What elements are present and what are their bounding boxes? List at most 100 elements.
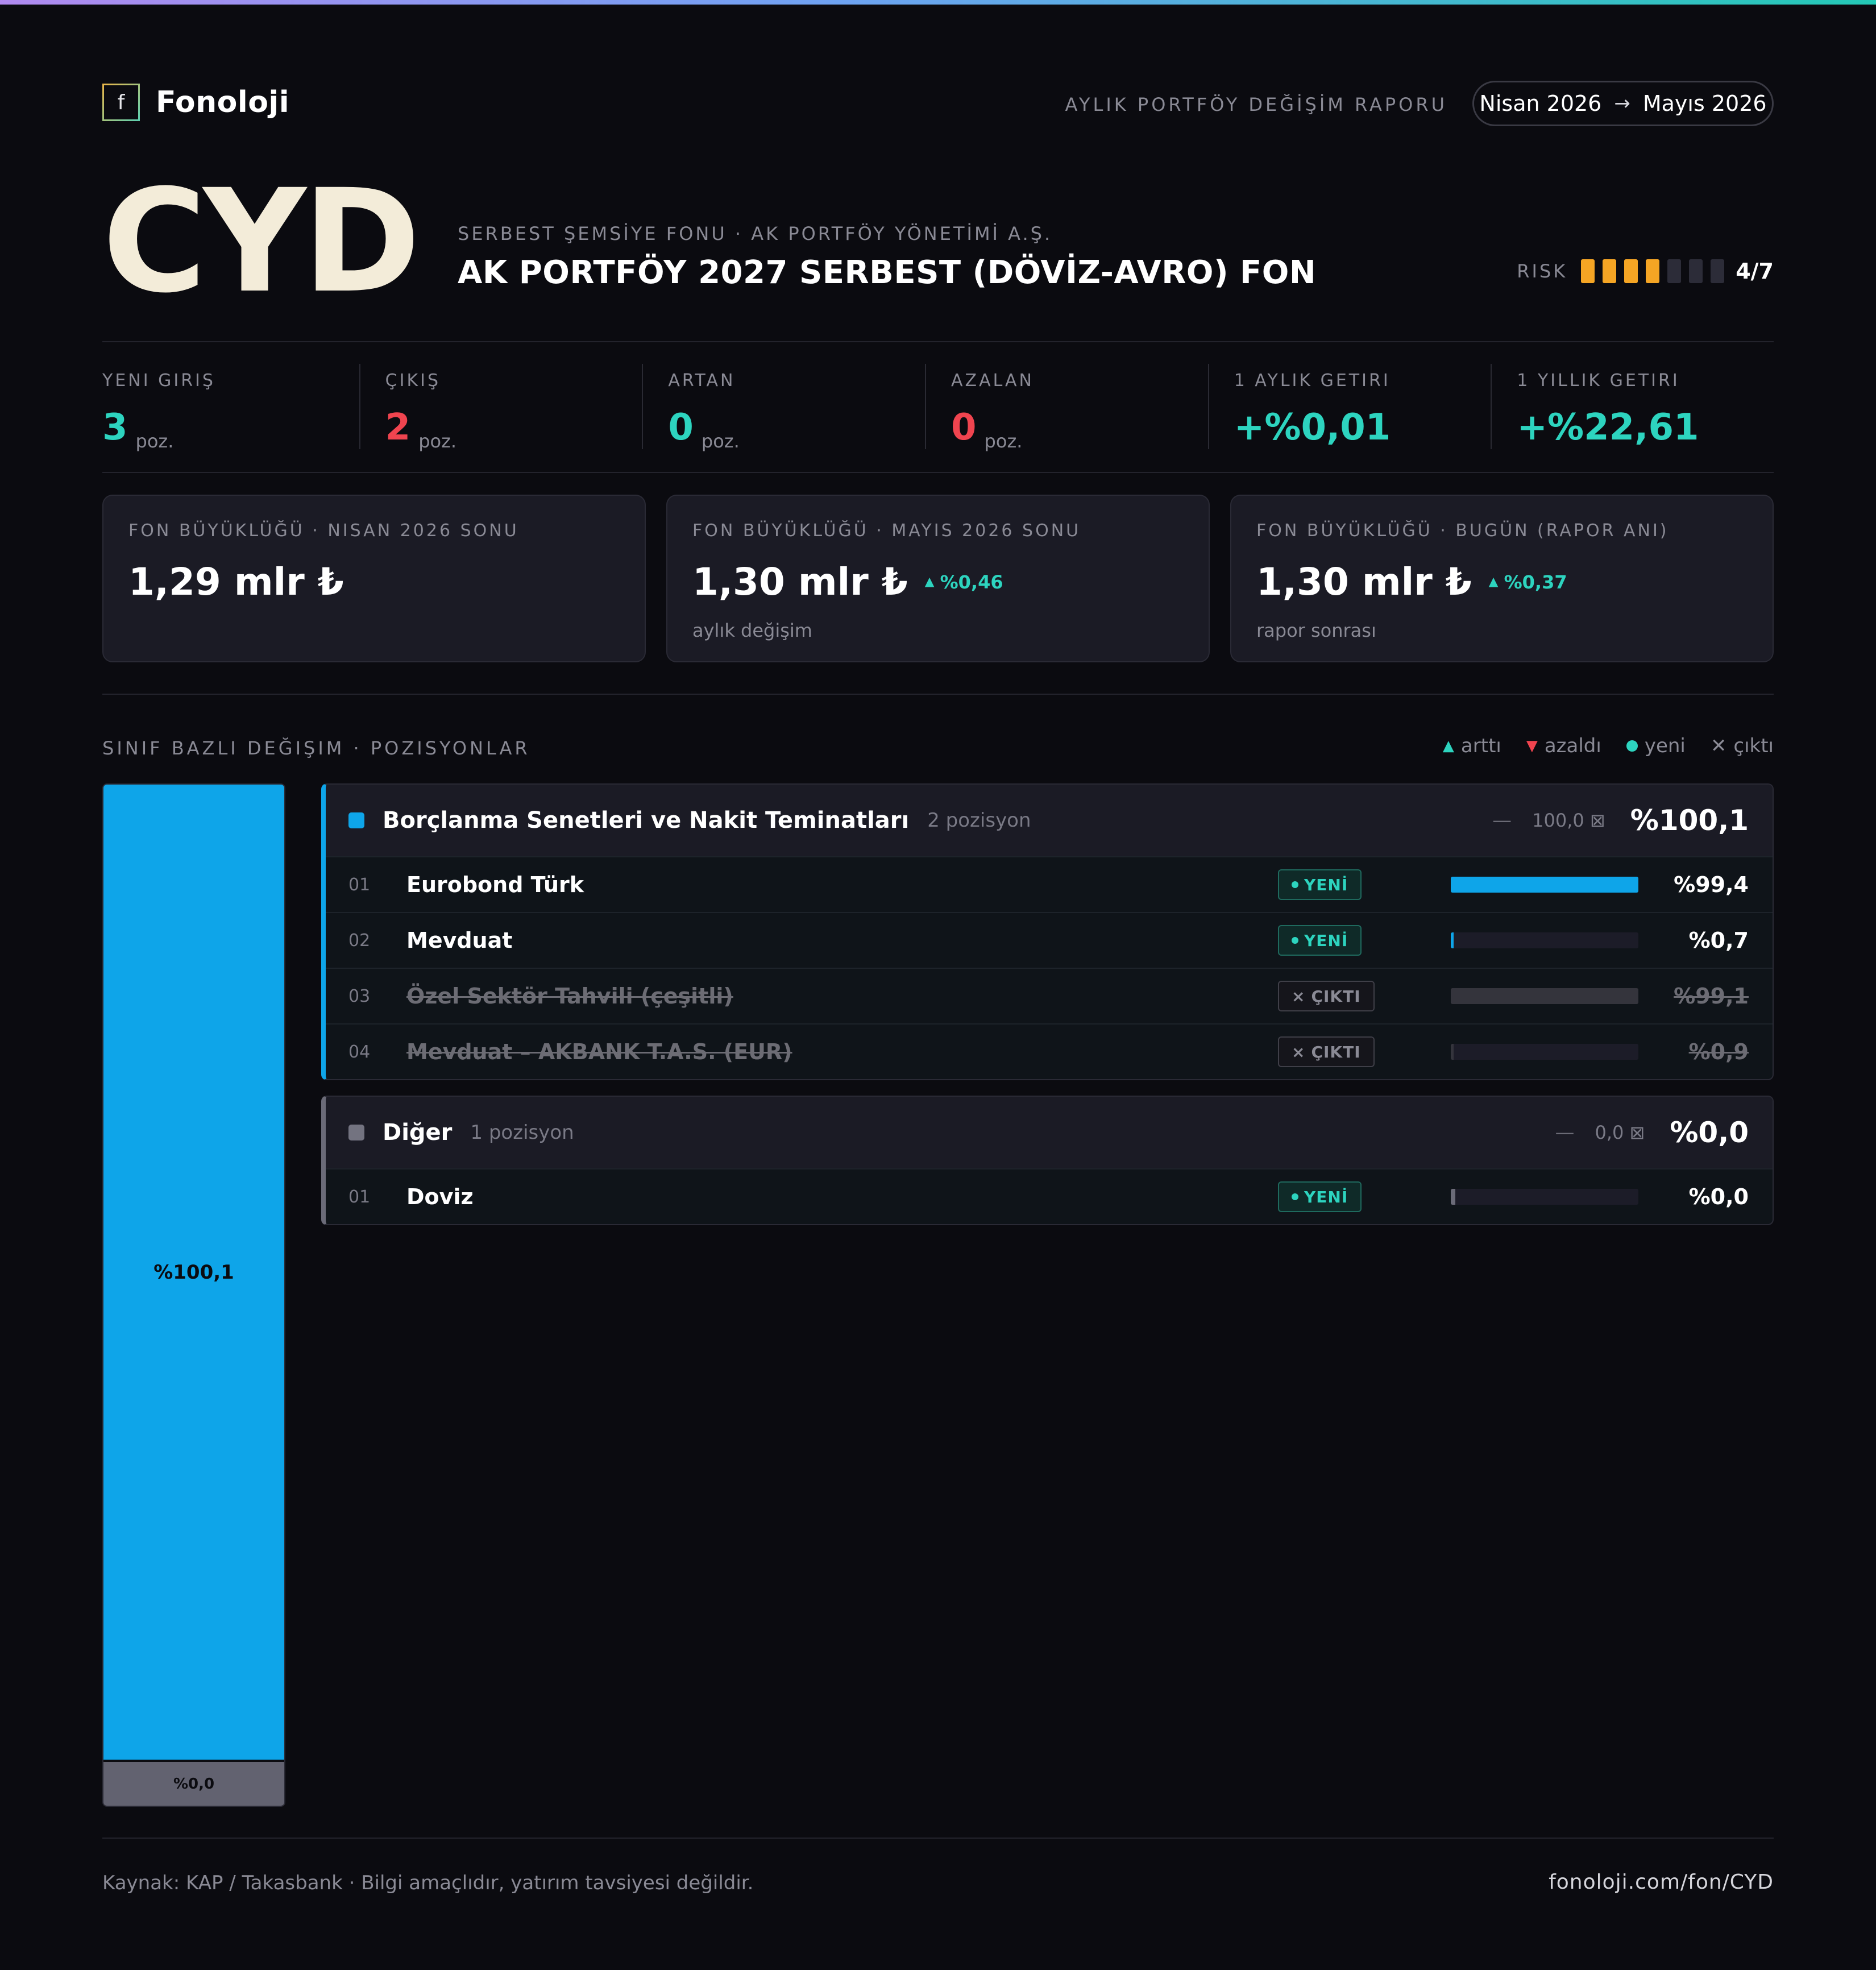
footer-source: Kaynak: KAP / Takasbank · Bilgi amaçlıdı… [102,1872,754,1894]
allocation-segment-debt: %100,1 [103,785,284,1760]
card-value: 1,30 mlr ₺ [1256,560,1472,604]
brand-name: Fonoloji [156,85,290,119]
status-badge-new: YENİ [1278,1181,1362,1212]
fund-subtitle: SERBEST ŞEMSİYE FONU · AK PORTFÖY YÖNETİ… [458,223,1053,244]
risk-segment [1624,259,1638,283]
status-badge-new: YENİ [1278,869,1362,900]
x-icon: × [1292,986,1306,1006]
risk-segment [1646,259,1660,283]
card-change: ▲ %0,37 [1489,571,1567,593]
stat-increased: ARTAN 0 poz. [642,364,925,452]
row-index: 03 [348,986,371,1006]
group-change-dash: — [1555,1121,1575,1144]
dot-icon [1292,1193,1298,1200]
group-color-swatch [348,1125,364,1140]
triangle-up-icon: ▲ [1442,737,1454,754]
position-weight: %0,0 [1688,1184,1749,1209]
card-change: ▲ %0,46 [925,571,1003,593]
legend-label: arttı [1460,735,1501,757]
card-change-value: %0,37 [1504,571,1567,593]
group-color-swatch [348,812,364,828]
position-name: Eurobond Türk [406,872,584,897]
row-index: 01 [348,1187,371,1207]
legend-label: yeni [1644,735,1686,757]
position-row[interactable]: 01 Eurobond Türk YENİ %99,4 [326,856,1773,912]
badge-label: ÇIKTI [1311,1042,1361,1061]
weight-bar [1451,932,1638,948]
dot-icon [1292,881,1298,888]
stat-label: 1 AYLIK GETIRI [1234,371,1391,391]
card-note: rapor sonrası [1256,620,1376,641]
position-name: Doviz [406,1184,474,1209]
divider [102,472,1774,473]
group-header[interactable]: Diğer 1 pozisyon — 0,0 ⊠ %0,0 [326,1097,1773,1168]
stat-value: 3 [102,407,128,449]
allocation-stack-bar: %100,1 %0,0 [102,783,285,1807]
risk-value: 4/7 [1736,259,1774,284]
weight-bar-fill [1451,932,1454,948]
group-prev-value: 100,0 ⊠ [1532,810,1605,831]
group-total: %0,0 [1670,1116,1749,1149]
period-selector[interactable]: Nisan 2026 → Mayıs 2026 [1472,81,1774,126]
footer-url[interactable]: fonoloji.com/fon/CYD [1549,1871,1774,1894]
risk-indicator: RISK 4/7 [1517,259,1774,284]
size-card-today: FON BÜYÜKLÜĞÜ · BUGÜN (RAPOR ANI) 1,30 m… [1230,495,1774,662]
fund-size-cards: FON BÜYÜKLÜĞÜ · NISAN 2026 SONU 1,29 mlr… [102,495,1774,662]
legend-new: yeni [1626,735,1686,757]
weight-bar [1451,1189,1638,1205]
section-title: SINIF BAZLI DEĞIŞIM · POZISYONLAR [102,737,530,759]
position-row[interactable]: 03 Özel Sektör Tahvili (çeşitli) × ÇIKTI … [326,968,1773,1023]
legend-decreased: ▼ azaldı [1526,735,1601,757]
size-card-april: FON BÜYÜKLÜĞÜ · NISAN 2026 SONU 1,29 mlr… [102,495,646,662]
stat-new-entries: YENI GIRIŞ 3 poz. [102,364,359,452]
divider [102,1838,1774,1839]
stat-value: 0 [951,407,977,449]
status-badge-exit: × ÇIKTI [1278,1036,1375,1067]
stat-monthly-return: 1 AYLIK GETIRI +%0,01 [1207,364,1491,449]
group-count: 2 pozisyon [927,809,1031,832]
stat-value: 2 [385,407,411,449]
dot-icon [1626,740,1638,752]
risk-segment [1711,259,1725,283]
brand[interactable]: f Fonoloji [102,82,289,122]
change-stats: YENI GIRIŞ 3 poz. ÇIKIŞ 2 poz. ARTAN 0 poz.… [102,364,1774,452]
legend: ▲ arttı ▼ azaldı yeni ✕ çıktı [1443,735,1774,757]
position-row[interactable]: 01 Doviz YENİ %0,0 [326,1168,1773,1224]
card-value: 1,30 mlr ₺ [692,560,908,604]
position-name: Mevduat [406,928,513,953]
position-row[interactable]: 02 Mevduat YENİ %0,7 [326,912,1773,968]
divider [102,341,1774,342]
badge-label: ÇIKTI [1311,986,1361,1006]
stat-unit: poz. [418,430,457,452]
triangle-up-icon: ▲ [924,575,935,589]
badge-label: YENİ [1304,1187,1348,1206]
risk-segment [1689,259,1703,283]
legend-label: azaldı [1544,735,1601,757]
legend-increased: ▲ arttı [1443,735,1501,757]
period-to: Mayıs 2026 [1642,91,1767,116]
position-row[interactable]: 04 Mevduat – AKBANK T.A.S. (EUR) × ÇIKTI … [326,1023,1773,1079]
card-label: FON BÜYÜKLÜĞÜ · BUGÜN (RAPOR ANI) [1256,521,1669,541]
group-name: Diğer [383,1119,453,1146]
group-prev-value: 0,0 ⊠ [1595,1122,1645,1143]
size-card-may: FON BÜYÜKLÜĞÜ · MAYIS 2026 SONU 1,30 mlr… [666,495,1210,662]
stat-exits: ÇIKIŞ 2 poz. [359,364,642,452]
status-badge-new: YENİ [1278,925,1362,956]
badge-label: YENİ [1304,875,1348,894]
legend-label: çıktı [1733,735,1774,757]
divider [102,694,1774,695]
row-index: 02 [348,930,371,951]
weight-bar-fill [1451,1189,1455,1205]
stat-unit: poz. [135,430,174,452]
stat-yearly-return: 1 YILLIK GETIRI +%22,61 [1491,364,1774,449]
stat-decreased: AZALAN 0 poz. [925,364,1208,452]
position-weight: %99,4 [1674,872,1749,897]
risk-segment [1667,259,1682,283]
arrow-right-icon: → [1614,92,1630,115]
group-total: %100,1 [1630,804,1749,837]
stat-label: ARTAN [668,371,736,391]
risk-segment [1603,259,1617,283]
group-header[interactable]: Borçlanma Senetleri ve Nakit Teminatları… [326,785,1773,856]
brand-logo-icon: f [102,84,140,121]
report-label: AYLIK PORTFÖY DEĞİŞİM RAPORU [1065,94,1447,115]
